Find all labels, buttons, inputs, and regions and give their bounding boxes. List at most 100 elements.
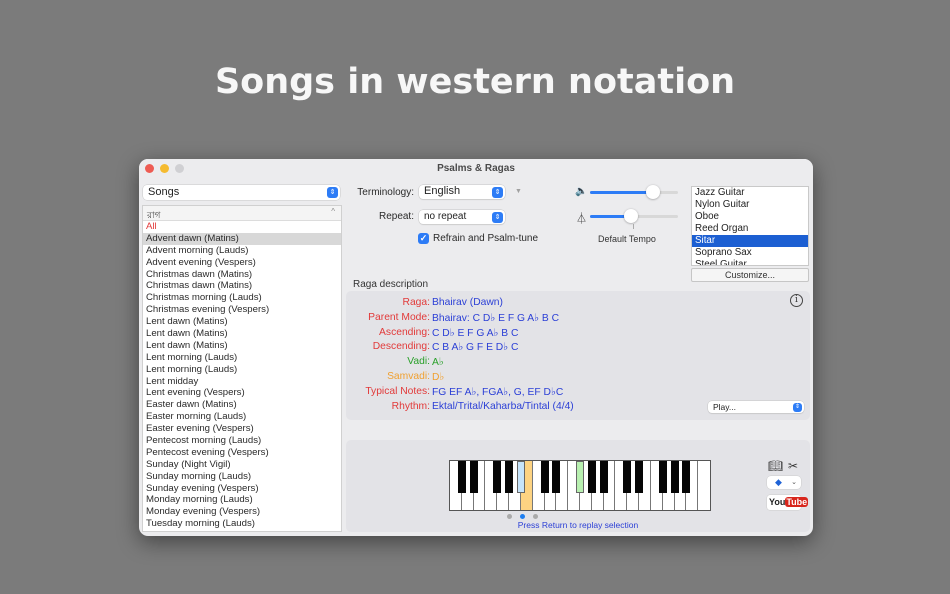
customize-button[interactable]: Customize... (691, 268, 809, 282)
disclosure-arrow-icon[interactable]: ▼ (515, 188, 522, 195)
raga-row-key: Parent Mode: (368, 311, 430, 323)
black-key[interactable] (552, 461, 561, 493)
tempo-knob[interactable] (624, 209, 639, 223)
youtube-button[interactable]: YouTube (767, 495, 809, 510)
raga-description-panel: i Play... ⇕ Raga: Bhairav (Dawn) Parent Mo… (346, 291, 810, 420)
raga-row-key: Raga: (402, 297, 430, 308)
raga-row-key: Descending: (372, 341, 430, 353)
raga-row-value: C D♭ E F G A♭ B C (432, 327, 519, 339)
refrain-checkbox[interactable]: ✓ (418, 233, 429, 244)
black-key[interactable] (623, 461, 632, 493)
black-key[interactable] (670, 461, 679, 493)
instrument-item[interactable]: Reed Organ (692, 223, 808, 235)
sort-chevron-up-icon: ^ (331, 207, 335, 216)
song-list-item[interactable]: Monday morning (Lauds) (143, 494, 341, 506)
raga-row-value: Bhairav (Dawn) (432, 297, 503, 308)
song-list-item[interactable]: Christmas dawn (Matins) (143, 269, 341, 281)
black-key[interactable] (587, 461, 596, 493)
black-key[interactable] (576, 461, 584, 493)
default-tempo-tick (633, 224, 634, 229)
updown-chevron-icon: ⇕ (327, 187, 338, 198)
headline: Songs in western notation (214, 62, 736, 102)
instrument-list[interactable]: Jazz Guitar Nylon Guitar Oboe Reed Organ Sit… (691, 186, 809, 266)
raga-row-value: FG EF A♭, FGA♭, G, EF D♭C (432, 386, 564, 398)
raga-row: Vadi: A♭ (346, 356, 810, 370)
song-list-item[interactable]: Advent evening (Vespers) (143, 257, 341, 269)
song-list-item[interactable]: Sunday evening (Vespers) (143, 483, 341, 495)
tempo-slider[interactable] (590, 209, 678, 223)
song-list[interactable]: রাগ ^ All Advent dawn (Matins) Advent morn… (142, 205, 342, 532)
instrument-item[interactable]: Soprano Sax (692, 247, 808, 259)
raga-section-title: Raga description (353, 279, 429, 290)
song-list-item[interactable]: Pentecost morning (Lauds) (143, 435, 341, 447)
white-key[interactable] (698, 461, 710, 510)
instrument-item[interactable]: Oboe (692, 211, 808, 223)
youtube-logo-you: You (769, 497, 786, 507)
dropbox-button[interactable]: ◆ ⌄ (767, 476, 801, 489)
black-key[interactable] (493, 461, 502, 493)
black-key[interactable] (516, 461, 525, 493)
song-list-item[interactable]: Monday evening (Vespers) (143, 506, 341, 518)
speaker-icon: 🔈 (575, 186, 588, 197)
page-dot[interactable] (520, 514, 525, 519)
category-select-value: Songs (148, 186, 180, 198)
song-list-item[interactable]: Easter morning (Lauds) (143, 411, 341, 423)
title-bar: Psalms & Ragas (139, 159, 813, 179)
raga-row: Raga: Bhairav (Dawn) (346, 297, 810, 311)
song-list-item[interactable]: Advent dawn (Matins) (143, 232, 341, 245)
song-list-item[interactable]: Sunday (Night Vigil) (143, 459, 341, 471)
song-list-item[interactable]: All (143, 221, 341, 233)
piano-keyboard[interactable] (449, 460, 711, 511)
raga-row-value: A♭ (432, 357, 444, 369)
raga-row-key: Typical Notes: (365, 385, 430, 397)
app-window: Psalms & Ragas Songs ⇕ রাগ ^ All Advent d… (139, 159, 813, 536)
black-key[interactable] (469, 461, 478, 493)
terminology-value: English (424, 185, 461, 197)
page-dot[interactable] (507, 514, 512, 519)
volume-slider[interactable] (590, 185, 678, 199)
dropbox-icon: ◆ (775, 477, 782, 487)
window-title: Psalms & Ragas (437, 163, 515, 174)
repeat-value: no repeat (424, 211, 467, 222)
song-list-item[interactable]: Easter evening (Vespers) (143, 423, 341, 435)
volume-knob[interactable] (646, 185, 661, 199)
song-list-item[interactable]: Pentecost evening (Vespers) (143, 447, 341, 459)
black-key[interactable] (540, 461, 549, 493)
song-list-item[interactable]: Advent morning (Lauds) (143, 245, 341, 257)
replay-hint: Press Return to replay selection (346, 520, 810, 530)
black-key[interactable] (457, 461, 466, 493)
youtube-logo-tube: Tube (785, 497, 809, 507)
instrument-item[interactable]: Steel Guitar (692, 259, 808, 265)
repeat-select[interactable]: no repeat ⇕ (419, 210, 505, 224)
raga-row: Ascending: C D♭ E F G A♭ B C (346, 327, 810, 341)
black-key[interactable] (635, 461, 644, 493)
black-key[interactable] (658, 461, 667, 493)
song-list-item[interactable]: Tuesday morning (Lauds) (143, 518, 341, 530)
metronome-icon: ⏃ (576, 213, 587, 225)
raga-row-key: Samvadi: (387, 371, 430, 382)
category-select[interactable]: Songs ⇕ (143, 185, 340, 200)
replay-hint-text: Press Return to replay selection (517, 520, 639, 530)
list-header[interactable]: রাগ ^ (143, 206, 341, 221)
updown-chevron-icon: ⇕ (492, 211, 503, 223)
black-key[interactable] (505, 461, 514, 493)
black-key[interactable] (682, 461, 691, 493)
raga-row-key: Vadi: (407, 356, 430, 368)
instrument-item[interactable]: Sitar (692, 235, 808, 247)
song-list-item[interactable]: Sunday morning (Lauds) (143, 471, 341, 483)
raga-row-value: D♭ (432, 372, 445, 383)
book-icon[interactable]: 📖︎ (768, 459, 783, 473)
black-key[interactable] (599, 461, 608, 493)
tools-icon[interactable]: ✂ (788, 459, 798, 473)
updown-chevron-icon: ⇕ (492, 186, 503, 198)
raga-row: Descending: C B A♭ G F E D♭ C (346, 341, 810, 355)
raga-row: Samvadi: D♭ (346, 371, 810, 385)
chevron-down-icon: ⌄ (791, 479, 797, 486)
page-dot[interactable] (533, 514, 538, 519)
song-list-item[interactable]: Christmas dawn (Matins) (143, 280, 341, 292)
raga-row: Rhythm: Ektal/Trital/Kaharba/Tintal (4/4) (346, 401, 810, 415)
instrument-item[interactable]: Nylon Guitar (692, 199, 808, 211)
terminology-select[interactable]: English ⇕ (419, 185, 505, 199)
volume-fill (590, 191, 654, 194)
instrument-item[interactable]: Jazz Guitar (692, 187, 808, 199)
